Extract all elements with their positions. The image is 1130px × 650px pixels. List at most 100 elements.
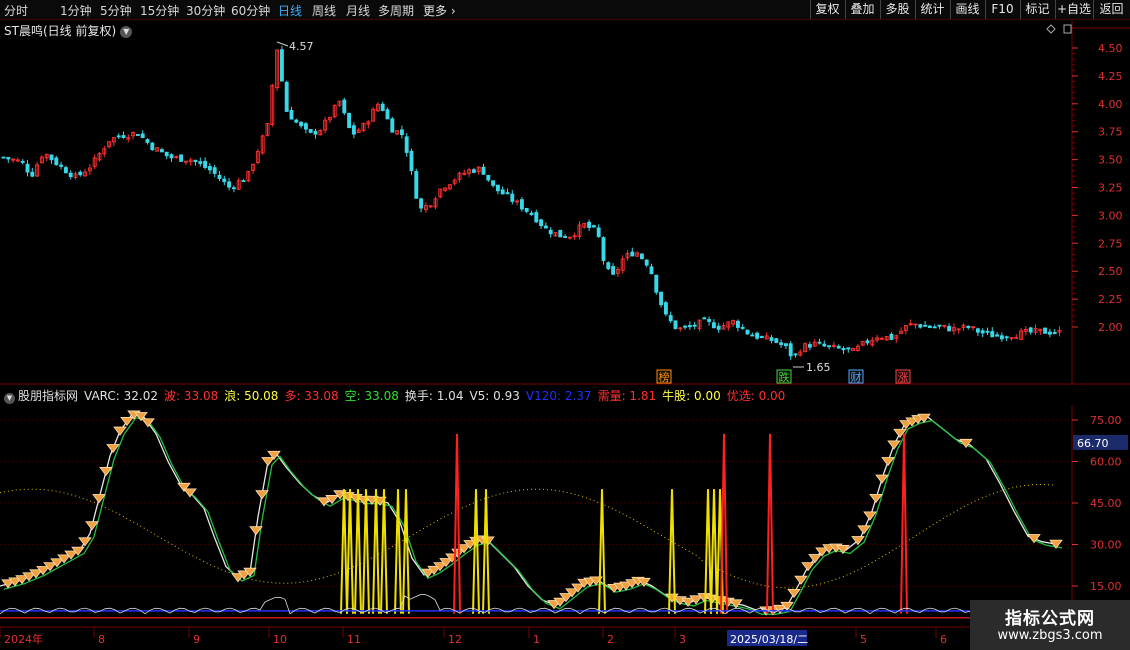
toolbar-button[interactable]: 标记 [1020, 0, 1055, 19]
period-tab[interactable]: 15分钟 [140, 2, 179, 19]
yellow-spike [402, 489, 410, 614]
time-axis-label: 3 [679, 633, 686, 646]
toolbar-button[interactable]: +自选 [1055, 0, 1093, 19]
period-tab[interactable]: 周线 [312, 2, 336, 19]
toolbar-button[interactable]: 叠加 [845, 0, 880, 19]
indicator-value: 换手: 1.04 [404, 389, 464, 403]
candle-body [63, 167, 68, 174]
indicator-chart[interactable]: 75.00 60.00 45.00 30.00 15.00 66.70 2024年 8 9 10 1… [0, 405, 1130, 650]
candle-body [150, 142, 155, 151]
candle-body [491, 180, 496, 186]
period-tab[interactable]: 60分钟 [231, 2, 270, 19]
indicator-value: 空: 33.08 [344, 389, 399, 403]
price-tick-label: 2.25 [1098, 293, 1123, 306]
candle-body [644, 259, 649, 266]
candle-body [222, 178, 227, 183]
yellow-spike [472, 489, 480, 614]
candle-body [78, 171, 83, 176]
candle-body [807, 344, 812, 348]
period-tab[interactable]: 多周期 [378, 2, 414, 19]
ind-tick-label: 60.00 [1090, 456, 1122, 469]
candle-body [529, 212, 534, 216]
time-axis-label: 12 [448, 633, 462, 646]
candle-body [121, 135, 126, 139]
candle-body [539, 219, 544, 227]
candle-body [193, 159, 198, 163]
period-tab[interactable]: 分时 [4, 2, 28, 19]
price-chart[interactable]: 4.50 4.25 4.00 3.75 3.50 3.25 3.00 2.75 2.50 2.25… [0, 20, 1130, 405]
period-tab[interactable]: 30分钟 [186, 2, 225, 19]
candle-body [750, 334, 755, 337]
candle-body [179, 154, 184, 162]
candle-body [342, 99, 347, 114]
period-tab[interactable]: 月线 [346, 2, 370, 19]
more-periods-button[interactable]: 更多 › [423, 2, 456, 19]
candle-body [759, 336, 764, 339]
indicator-value: 牛股: 0.00 [662, 389, 721, 403]
toolbar-button[interactable]: 复权 [810, 0, 845, 19]
price-tick-label: 3.00 [1098, 209, 1123, 222]
event-marker-label: 涨 [898, 371, 909, 384]
yellow-spike [380, 489, 388, 614]
period-tab[interactable]: 日线 [278, 2, 302, 19]
toolbar-button[interactable]: 统计 [915, 0, 950, 19]
candle-body [404, 136, 409, 153]
red-spike [900, 433, 908, 614]
diamond-icon [1046, 24, 1056, 34]
candle-body [241, 180, 246, 183]
candle-body [999, 335, 1004, 340]
toolbar-button[interactable]: 多股 [880, 0, 915, 19]
candle-body [630, 251, 635, 257]
yellow-spike [598, 489, 606, 614]
candle-body [793, 353, 798, 356]
candle-body [663, 302, 668, 315]
price-tick-label: 3.50 [1098, 154, 1123, 167]
toolbar-button[interactable]: 画线 [950, 0, 985, 19]
candle-body [755, 332, 760, 339]
candle-body [975, 328, 980, 333]
ind-tick-label: 45.00 [1090, 497, 1122, 510]
candle-body [596, 227, 601, 237]
candle-body [668, 315, 673, 322]
candle-body [25, 163, 30, 173]
period-tab[interactable]: 5分钟 [100, 2, 132, 19]
toolbar-button[interactable]: F10 [985, 0, 1020, 19]
yellow-spike [340, 489, 348, 614]
high-price-label: 4.57 [289, 40, 314, 53]
candle-body [227, 181, 232, 188]
candle-body [937, 324, 942, 327]
candle-body [716, 325, 721, 330]
candle-body [735, 320, 740, 328]
candle-body [164, 151, 169, 157]
candle-body [587, 221, 592, 228]
red-spike [766, 433, 774, 614]
indicator-name[interactable]: 股朋指标网 [18, 389, 78, 403]
candle-body [927, 325, 932, 329]
candle-body [606, 262, 611, 270]
watermark-title: 指标公式网 [1005, 609, 1095, 629]
candle-body [966, 325, 971, 329]
candle-body [159, 149, 164, 153]
candle-body [822, 343, 827, 347]
price-tick-label: 4.50 [1098, 42, 1123, 55]
candle-body [740, 326, 745, 329]
high-marker-line [276, 41, 289, 47]
chevron-down-icon[interactable]: ▼ [4, 393, 15, 404]
candle-body [30, 171, 35, 177]
yellow-spike [482, 489, 490, 614]
candle-body [54, 157, 59, 166]
candle-body [505, 192, 510, 195]
candle-body [779, 342, 784, 346]
ind-tick-label: 75.00 [1090, 414, 1122, 427]
candle-body [351, 125, 356, 135]
yellow-spike [372, 489, 380, 614]
candle-body [611, 266, 616, 275]
toolbar-button[interactable]: 返回 [1093, 0, 1130, 19]
candle-body [495, 184, 500, 192]
candle-body [563, 236, 568, 239]
candle-body [6, 156, 11, 160]
period-tab[interactable]: 1分钟 [60, 2, 92, 19]
candle-body [534, 212, 539, 223]
candle-body [399, 129, 404, 136]
candle-body [212, 167, 217, 174]
